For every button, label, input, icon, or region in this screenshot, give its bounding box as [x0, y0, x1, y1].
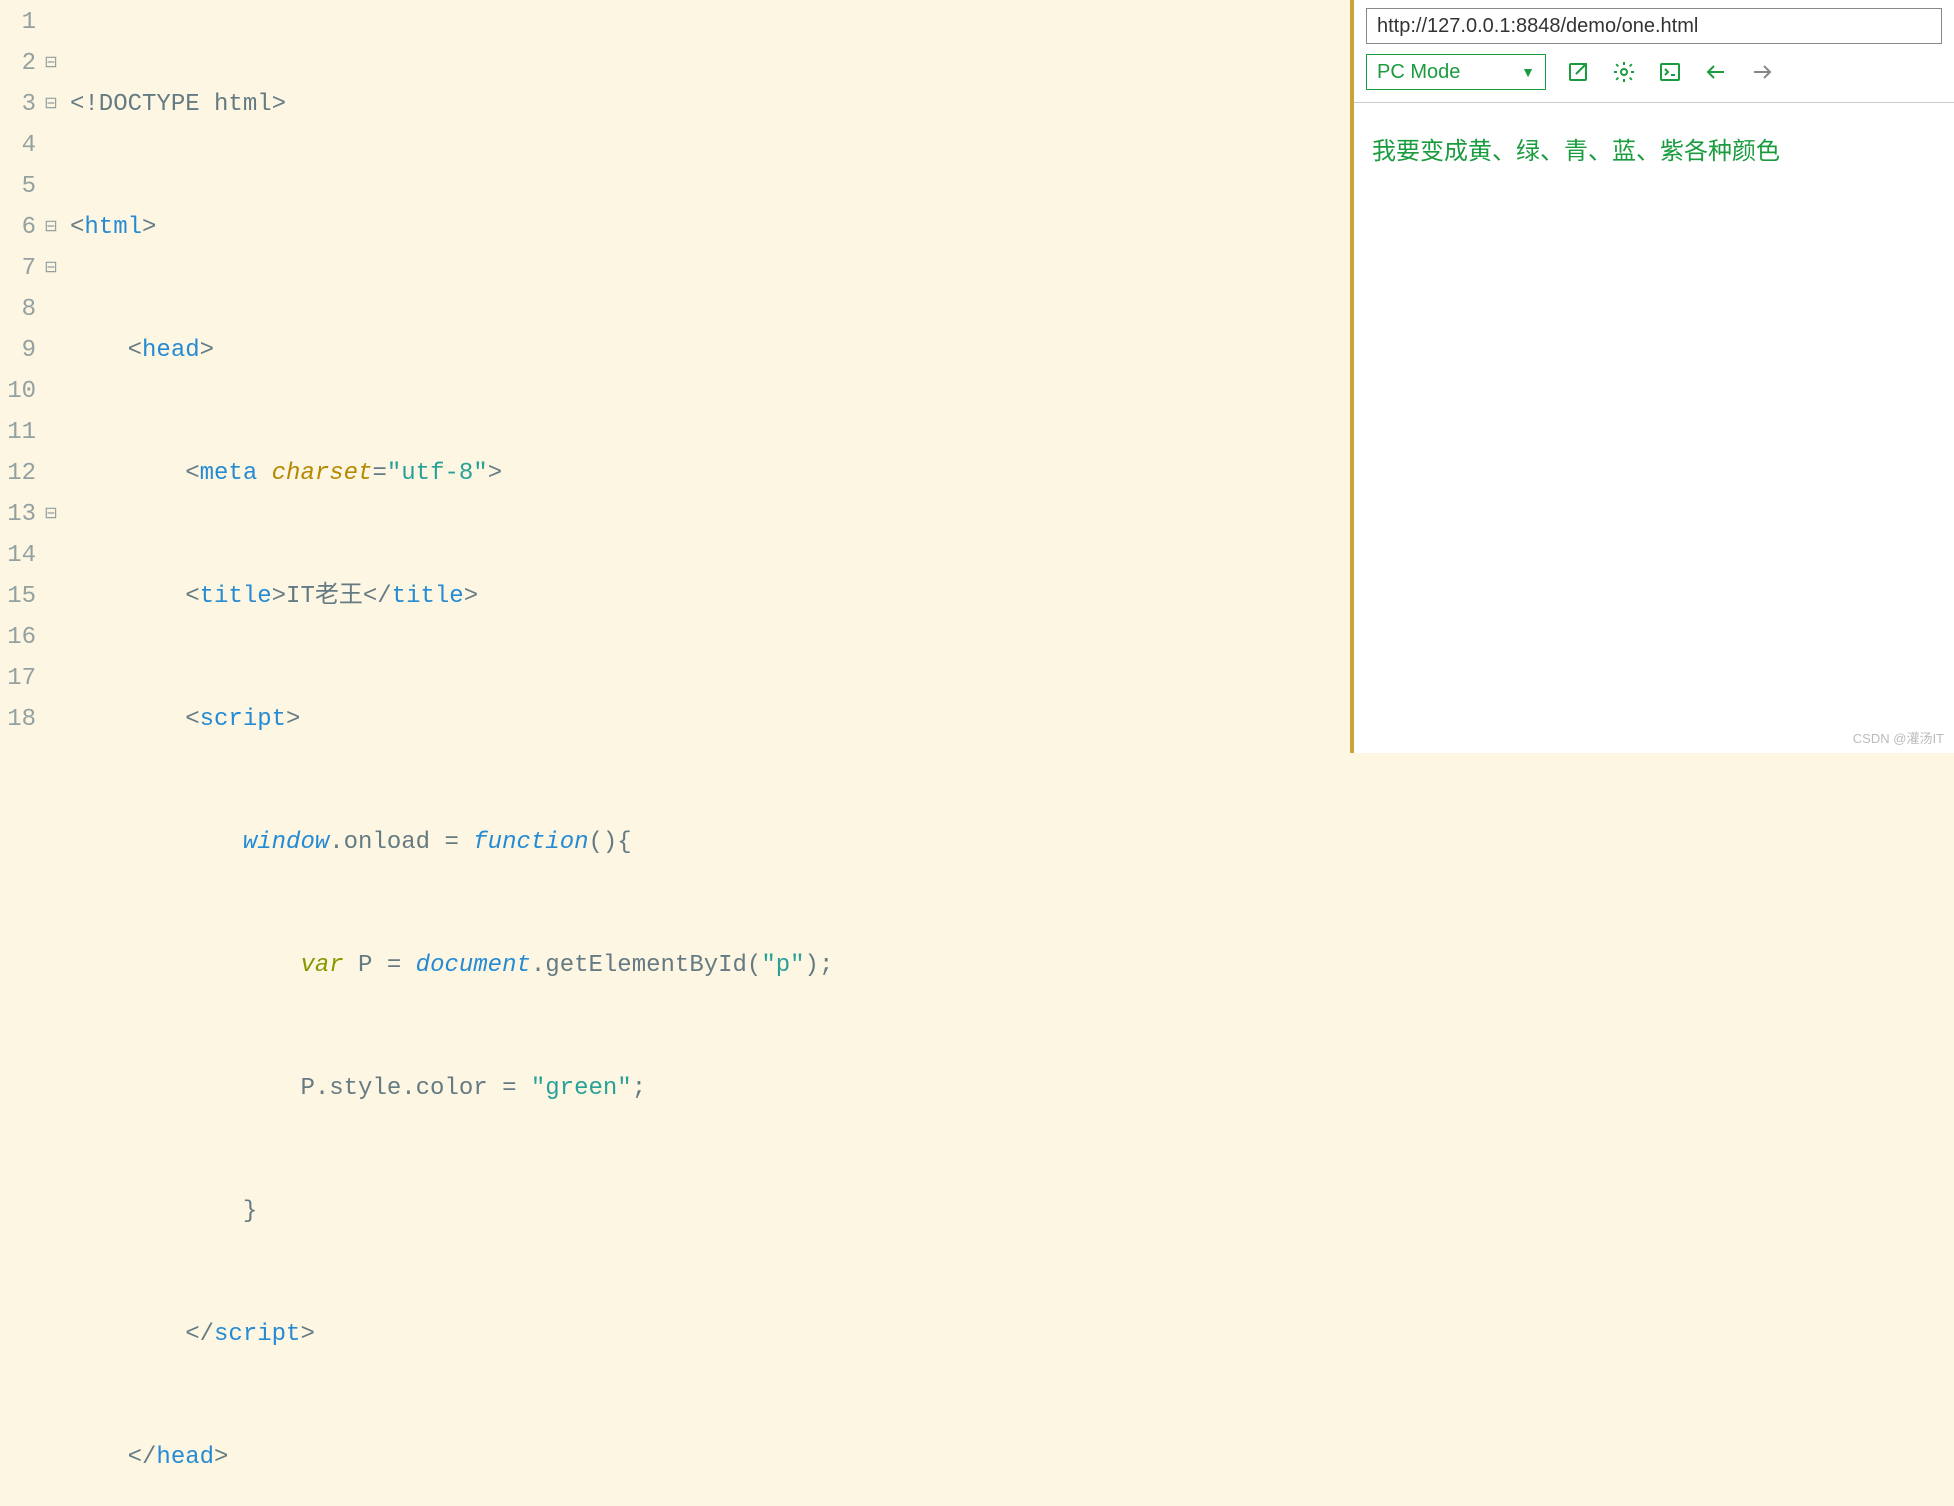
code-line[interactable]: <meta charset="utf-8">	[70, 453, 833, 494]
mode-select[interactable]: PC Mode ▼	[1366, 54, 1546, 90]
line-number: 3	[0, 84, 40, 125]
method-getbyid: .getElementById(	[531, 952, 761, 979]
string-p: "p"	[761, 952, 804, 979]
code-line[interactable]: <title>IT老王</title>	[70, 576, 833, 617]
string-green: "green"	[531, 1075, 632, 1102]
fold-marker[interactable]: ⊟	[40, 494, 62, 535]
keyword-var: var	[300, 952, 343, 979]
onload: .onload =	[329, 829, 473, 856]
console-icon[interactable]	[1656, 58, 1684, 86]
preview-toolbar: PC Mode ▼	[1366, 52, 1942, 92]
line-number: 5	[0, 166, 40, 207]
line-number: 10	[0, 371, 40, 412]
line-number: 7	[0, 248, 40, 289]
code-line[interactable]: <!DOCTYPE html>	[70, 84, 833, 125]
gear-icon[interactable]	[1610, 58, 1638, 86]
semicolon: ;	[632, 1075, 646, 1102]
code-line[interactable]: </head>	[70, 1437, 833, 1478]
attr-charset-value: "utf-8"	[387, 460, 488, 487]
assign-style: P.style.color =	[300, 1075, 530, 1102]
external-icon[interactable]	[1564, 58, 1592, 86]
attr-charset: charset	[272, 460, 373, 487]
title-text: IT老王	[286, 583, 363, 610]
tag-html: html	[84, 214, 142, 241]
tag-head: head	[142, 337, 200, 364]
call-close: );	[805, 952, 834, 979]
line-number: 8	[0, 289, 40, 330]
var-decl: P =	[344, 952, 416, 979]
tag-title-close: title	[392, 583, 464, 610]
fold-marker[interactable]: ⊟	[40, 84, 62, 125]
code-line[interactable]: <script>	[70, 699, 833, 740]
keyword-function: function	[473, 829, 588, 856]
tag-meta: meta	[200, 460, 258, 487]
code-line[interactable]: var P = document.getElementById("p");	[70, 945, 833, 986]
line-number: 14	[0, 535, 40, 576]
line-number: 9	[0, 330, 40, 371]
line-number: 16	[0, 617, 40, 658]
code-line[interactable]: }	[70, 1191, 833, 1232]
line-number: 18	[0, 699, 40, 740]
code-line[interactable]: window.onload = function(){	[70, 822, 833, 863]
line-number: 11	[0, 412, 40, 453]
tag-script: script	[200, 706, 286, 733]
tag-title: title	[200, 583, 272, 610]
code-editor-pane[interactable]: 1 2⊟ 3⊟ 4 5 6⊟ 7⊟ 8 9 10 11 12 13⊟ 14 15…	[0, 0, 1350, 753]
code-content[interactable]: <!DOCTYPE html> <html> <head> <meta char…	[62, 0, 833, 753]
line-number: 13	[0, 494, 40, 535]
watermark: CSDN @灌汤IT	[1853, 728, 1944, 747]
line-number: 2	[0, 43, 40, 84]
obj-document: document	[416, 952, 531, 979]
url-text: http://127.0.0.1:8848/demo/one.html	[1377, 15, 1698, 38]
preview-pane: http://127.0.0.1:8848/demo/one.html PC M…	[1354, 0, 1954, 753]
line-number: 17	[0, 658, 40, 699]
chevron-down-icon: ▼	[1521, 64, 1535, 80]
code-line[interactable]: </script>	[70, 1314, 833, 1355]
fold-marker[interactable]: ⊟	[40, 43, 62, 84]
fold-marker[interactable]: ⊟	[40, 248, 62, 289]
obj-window: window	[243, 829, 329, 856]
code-line[interactable]: <html>	[70, 207, 833, 248]
url-bar[interactable]: http://127.0.0.1:8848/demo/one.html	[1366, 8, 1942, 44]
code-line[interactable]: <head>	[70, 330, 833, 371]
brace-close: }	[243, 1198, 257, 1225]
line-number: 4	[0, 125, 40, 166]
line-number: 12	[0, 453, 40, 494]
back-icon[interactable]	[1702, 58, 1730, 86]
preview-output-text: 我要变成黄、绿、青、蓝、紫各种颜色	[1372, 131, 1936, 166]
code-line[interactable]: P.style.color = "green";	[70, 1068, 833, 1109]
editor-gutter: 1 2⊟ 3⊟ 4 5 6⊟ 7⊟ 8 9 10 11 12 13⊟ 14 15…	[0, 0, 62, 753]
mode-label: PC Mode	[1377, 61, 1460, 84]
line-number: 6	[0, 207, 40, 248]
tag-head-close: head	[156, 1444, 214, 1471]
paren-open: (){	[589, 829, 632, 856]
forward-icon[interactable]	[1748, 58, 1776, 86]
tag-script-close: script	[214, 1321, 300, 1348]
doctype: <!DOCTYPE html>	[70, 91, 286, 118]
fold-marker[interactable]: ⊟	[40, 207, 62, 248]
preview-body: 我要变成黄、绿、青、蓝、紫各种颜色	[1354, 103, 1954, 753]
line-number: 15	[0, 576, 40, 617]
line-number: 1	[0, 2, 40, 43]
